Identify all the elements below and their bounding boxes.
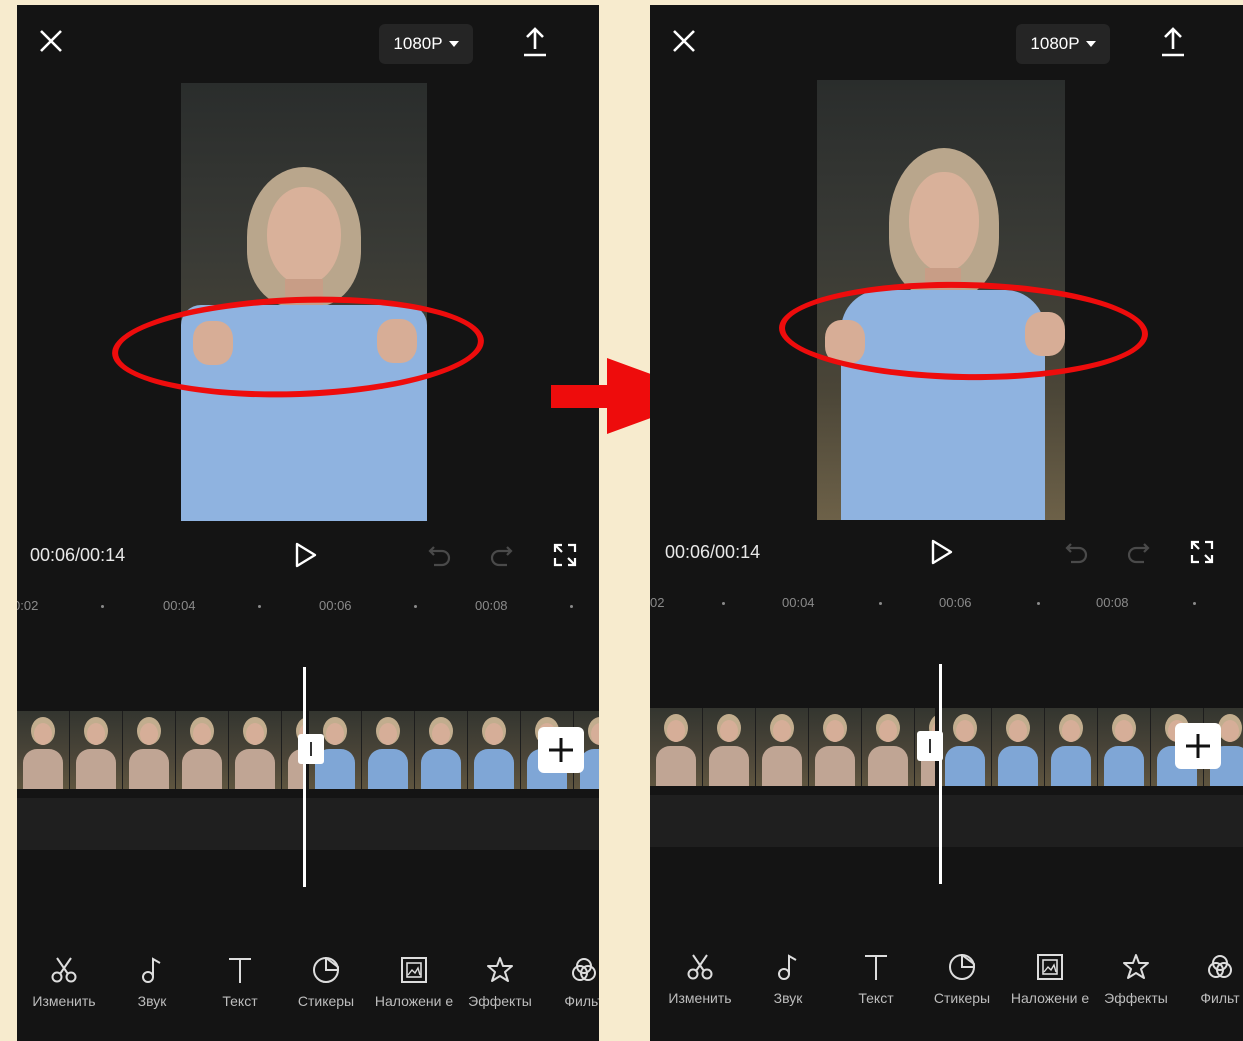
tool-effects[interactable]: Эффекты [457, 955, 543, 1012]
tool-overlay[interactable]: Наложени е [371, 955, 457, 1012]
resolution-button[interactable]: 1080P [1016, 24, 1110, 64]
tool-label: Эффекты [468, 993, 532, 1009]
close-icon[interactable] [670, 27, 698, 55]
timeline-ruler: 0:02 00:04 00:06 00:08 [17, 592, 599, 620]
tool-filters[interactable]: Фильт [1177, 952, 1243, 1009]
tool-stickers[interactable]: Стикеры [283, 955, 369, 1012]
time-display: 00:06/00:14 [665, 542, 761, 562]
tool-label: Текст [222, 993, 258, 1009]
tool-label: Стикеры [933, 990, 991, 1006]
tool-label: Звук [773, 990, 803, 1006]
tool-sound[interactable]: Звук [745, 952, 831, 1009]
overlay-icon [401, 957, 427, 983]
tool-label: Фильт [1200, 990, 1240, 1006]
fullscreen-icon[interactable] [1189, 539, 1215, 565]
ruler-tick: 00:06 [319, 598, 352, 613]
add-clip-button[interactable] [538, 727, 584, 773]
play-icon[interactable] [293, 541, 319, 569]
tool-label: Стикеры [297, 993, 355, 1009]
close-icon[interactable] [37, 27, 65, 55]
playhead[interactable] [939, 664, 942, 884]
tool-label: Звук [137, 993, 167, 1009]
ruler-tick: 0:02 [17, 598, 39, 613]
tool-overlay[interactable]: Наложени е [1007, 952, 1093, 1009]
add-clip-button[interactable] [1175, 723, 1221, 769]
ruler-tick: 00:04 [782, 595, 815, 610]
resolution-label: 1080P [1030, 34, 1080, 53]
resolution-button[interactable]: 1080P [379, 24, 473, 64]
scissors-icon [687, 954, 713, 980]
overlay-icon [1037, 954, 1063, 980]
tool-label: Изменить [32, 993, 96, 1009]
ruler-tick: 00:06 [939, 595, 972, 610]
ruler-tick: 02 [650, 595, 665, 610]
tool-label: Наложени е [1010, 990, 1090, 1006]
bottom-toolbar: Изменить Звук Текст Стикеры Наложени е Э… [650, 952, 1243, 1041]
tool-label: Изменить [668, 990, 732, 1006]
tool-text[interactable]: Текст [833, 952, 919, 1009]
export-icon[interactable] [1158, 25, 1188, 59]
audio-track[interactable] [17, 798, 599, 850]
video-clip-1[interactable] [17, 711, 305, 789]
resolution-label: 1080P [393, 34, 443, 53]
ruler-tick: 00:08 [475, 598, 508, 613]
tool-label: Наложени е [374, 993, 454, 1009]
scissors-icon [51, 957, 77, 983]
plus-icon [1186, 734, 1210, 758]
caret-down-icon [448, 41, 459, 47]
tool-edit[interactable]: Изменить [21, 955, 107, 1012]
tool-label: Эффекты [1104, 990, 1168, 1006]
tool-label: Текст [858, 990, 894, 1006]
bottom-toolbar: Изменить Звук Текст Стикеры Наложени е Э… [17, 955, 599, 1041]
text-icon [865, 955, 887, 980]
tool-sound[interactable]: Звук [109, 955, 195, 1012]
tool-stickers[interactable]: Стикеры [919, 952, 1005, 1009]
plus-icon [549, 738, 573, 762]
filter-icon [1208, 955, 1232, 978]
undo-icon[interactable] [1063, 539, 1089, 565]
filter-icon [572, 958, 596, 981]
phone-screen-before: 1080P 00:06/00:14 0:02 00:04 00:06 00:08 [17, 5, 599, 1041]
transition-marker[interactable] [298, 734, 324, 764]
playhead[interactable] [303, 667, 306, 887]
export-icon[interactable] [520, 25, 550, 59]
fullscreen-icon[interactable] [552, 542, 578, 568]
undo-icon[interactable] [426, 542, 452, 568]
ruler-tick: 00:04 [163, 598, 196, 613]
highlight-ellipse [110, 290, 486, 404]
audio-track[interactable] [650, 795, 1243, 847]
sticker-icon [313, 956, 340, 983]
music-note-icon [778, 954, 797, 980]
effects-star-icon [1123, 954, 1149, 979]
tool-edit[interactable]: Изменить [657, 952, 743, 1009]
sticker-icon [949, 953, 976, 980]
text-icon [229, 958, 251, 983]
phone-screen-after: 1080P 00:06/00:14 02 00:04 00:06 00:08 И… [650, 5, 1243, 1041]
tool-effects[interactable]: Эффекты [1093, 952, 1179, 1009]
music-note-icon [142, 957, 161, 983]
time-display: 00:06/00:14 [30, 545, 126, 565]
ruler-tick: 00:08 [1096, 595, 1129, 610]
video-clip-1[interactable] [650, 708, 935, 786]
timeline-ruler: 02 00:04 00:06 00:08 [650, 589, 1243, 617]
effects-star-icon [487, 957, 513, 982]
tool-filters[interactable]: Фильт [541, 955, 599, 1012]
tool-text[interactable]: Текст [197, 955, 283, 1012]
tool-label: Фильт [564, 993, 599, 1009]
caret-down-icon [1085, 41, 1096, 47]
redo-icon[interactable] [489, 542, 515, 568]
play-icon[interactable] [929, 538, 955, 566]
redo-icon[interactable] [1126, 539, 1152, 565]
